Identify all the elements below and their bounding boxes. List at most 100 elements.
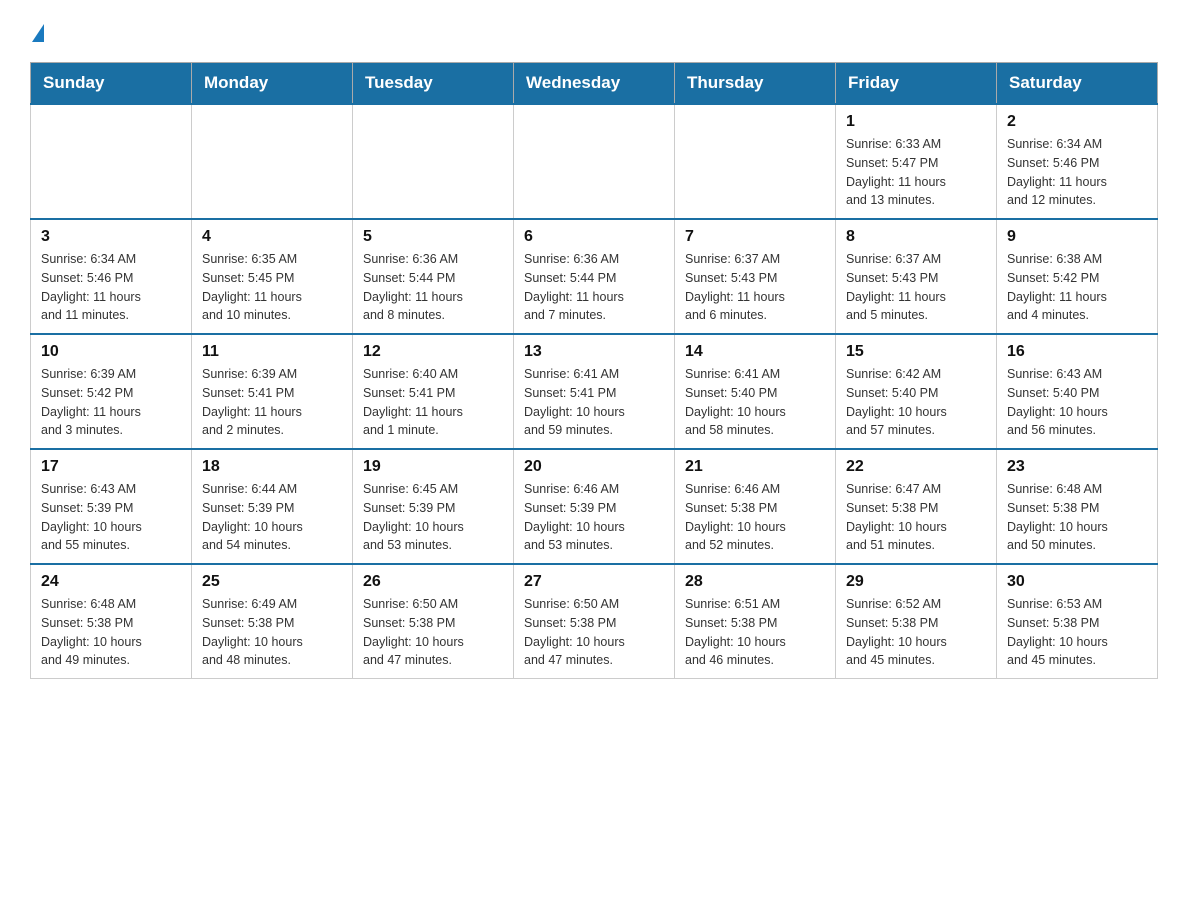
calendar-cell <box>31 104 192 219</box>
calendar-cell <box>514 104 675 219</box>
calendar-cell: 15 Sunrise: 6:42 AM Sunset: 5:40 PM Dayli… <box>836 334 997 449</box>
day-number: 30 <box>1007 573 1147 591</box>
logo-arrow-icon <box>32 24 44 42</box>
calendar-cell: 10 Sunrise: 6:39 AM Sunset: 5:42 PM Dayli… <box>31 334 192 449</box>
day-number: 11 <box>202 343 342 361</box>
day-number: 29 <box>846 573 986 591</box>
day-info-text: Sunrise: 6:36 AM Sunset: 5:44 PM Dayligh… <box>363 250 503 325</box>
calendar-cell: 26 Sunrise: 6:50 AM Sunset: 5:38 PM Dayli… <box>353 564 514 679</box>
calendar-cell <box>675 104 836 219</box>
day-number: 13 <box>524 343 664 361</box>
calendar-cell: 27 Sunrise: 6:50 AM Sunset: 5:38 PM Dayli… <box>514 564 675 679</box>
day-info-text: Sunrise: 6:48 AM Sunset: 5:38 PM Dayligh… <box>1007 480 1147 555</box>
day-info-text: Sunrise: 6:52 AM Sunset: 5:38 PM Dayligh… <box>846 595 986 670</box>
day-info-text: Sunrise: 6:50 AM Sunset: 5:38 PM Dayligh… <box>524 595 664 670</box>
day-info-text: Sunrise: 6:51 AM Sunset: 5:38 PM Dayligh… <box>685 595 825 670</box>
day-number: 27 <box>524 573 664 591</box>
day-number: 19 <box>363 458 503 476</box>
calendar-cell: 22 Sunrise: 6:47 AM Sunset: 5:38 PM Dayli… <box>836 449 997 564</box>
calendar-table: SundayMondayTuesdayWednesdayThursdayFrid… <box>30 62 1158 679</box>
day-info-text: Sunrise: 6:44 AM Sunset: 5:39 PM Dayligh… <box>202 480 342 555</box>
day-info-text: Sunrise: 6:50 AM Sunset: 5:38 PM Dayligh… <box>363 595 503 670</box>
day-of-week-header: Thursday <box>675 63 836 105</box>
day-number: 17 <box>41 458 181 476</box>
calendar-cell: 21 Sunrise: 6:46 AM Sunset: 5:38 PM Dayli… <box>675 449 836 564</box>
day-of-week-header: Saturday <box>997 63 1158 105</box>
day-number: 20 <box>524 458 664 476</box>
day-of-week-header: Wednesday <box>514 63 675 105</box>
calendar-cell: 13 Sunrise: 6:41 AM Sunset: 5:41 PM Dayli… <box>514 334 675 449</box>
day-info-text: Sunrise: 6:53 AM Sunset: 5:38 PM Dayligh… <box>1007 595 1147 670</box>
calendar-cell: 9 Sunrise: 6:38 AM Sunset: 5:42 PM Daylig… <box>997 219 1158 334</box>
calendar-cell: 5 Sunrise: 6:36 AM Sunset: 5:44 PM Daylig… <box>353 219 514 334</box>
day-number: 25 <box>202 573 342 591</box>
day-info-text: Sunrise: 6:34 AM Sunset: 5:46 PM Dayligh… <box>1007 135 1147 210</box>
day-info-text: Sunrise: 6:37 AM Sunset: 5:43 PM Dayligh… <box>846 250 986 325</box>
calendar-cell: 24 Sunrise: 6:48 AM Sunset: 5:38 PM Dayli… <box>31 564 192 679</box>
calendar-cell: 1 Sunrise: 6:33 AM Sunset: 5:47 PM Daylig… <box>836 104 997 219</box>
calendar-cell: 30 Sunrise: 6:53 AM Sunset: 5:38 PM Dayli… <box>997 564 1158 679</box>
day-info-text: Sunrise: 6:46 AM Sunset: 5:38 PM Dayligh… <box>685 480 825 555</box>
day-info-text: Sunrise: 6:47 AM Sunset: 5:38 PM Dayligh… <box>846 480 986 555</box>
day-number: 14 <box>685 343 825 361</box>
day-number: 18 <box>202 458 342 476</box>
day-info-text: Sunrise: 6:37 AM Sunset: 5:43 PM Dayligh… <box>685 250 825 325</box>
day-number: 15 <box>846 343 986 361</box>
calendar-cell: 11 Sunrise: 6:39 AM Sunset: 5:41 PM Dayli… <box>192 334 353 449</box>
day-number: 8 <box>846 228 986 246</box>
day-number: 3 <box>41 228 181 246</box>
calendar-cell: 3 Sunrise: 6:34 AM Sunset: 5:46 PM Daylig… <box>31 219 192 334</box>
day-number: 6 <box>524 228 664 246</box>
calendar-cell: 4 Sunrise: 6:35 AM Sunset: 5:45 PM Daylig… <box>192 219 353 334</box>
calendar-cell: 14 Sunrise: 6:41 AM Sunset: 5:40 PM Dayli… <box>675 334 836 449</box>
day-number: 26 <box>363 573 503 591</box>
calendar-cell: 12 Sunrise: 6:40 AM Sunset: 5:41 PM Dayli… <box>353 334 514 449</box>
day-info-text: Sunrise: 6:43 AM Sunset: 5:39 PM Dayligh… <box>41 480 181 555</box>
day-number: 4 <box>202 228 342 246</box>
calendar-cell: 17 Sunrise: 6:43 AM Sunset: 5:39 PM Dayli… <box>31 449 192 564</box>
day-number: 23 <box>1007 458 1147 476</box>
day-info-text: Sunrise: 6:38 AM Sunset: 5:42 PM Dayligh… <box>1007 250 1147 325</box>
calendar-cell: 16Sunrise: 6:43 AM Sunset: 5:40 PM Dayli… <box>997 334 1158 449</box>
calendar-cell: 25 Sunrise: 6:49 AM Sunset: 5:38 PM Dayli… <box>192 564 353 679</box>
calendar-cell: 19 Sunrise: 6:45 AM Sunset: 5:39 PM Dayli… <box>353 449 514 564</box>
day-number: 22 <box>846 458 986 476</box>
day-info-text: Sunrise: 6:34 AM Sunset: 5:46 PM Dayligh… <box>41 250 181 325</box>
day-info-text: Sunrise: 6:39 AM Sunset: 5:41 PM Dayligh… <box>202 365 342 440</box>
day-number: 2 <box>1007 113 1147 131</box>
calendar-cell: 20 Sunrise: 6:46 AM Sunset: 5:39 PM Dayli… <box>514 449 675 564</box>
day-of-week-header: Sunday <box>31 63 192 105</box>
day-info-text: Sunrise: 6:36 AM Sunset: 5:44 PM Dayligh… <box>524 250 664 325</box>
day-info-text: Sunrise: 6:42 AM Sunset: 5:40 PM Dayligh… <box>846 365 986 440</box>
day-info-text: Sunrise: 6:33 AM Sunset: 5:47 PM Dayligh… <box>846 135 986 210</box>
day-number: 10 <box>41 343 181 361</box>
day-number: 28 <box>685 573 825 591</box>
day-number: 5 <box>363 228 503 246</box>
calendar-cell: 8 Sunrise: 6:37 AM Sunset: 5:43 PM Daylig… <box>836 219 997 334</box>
day-info-text: Sunrise: 6:41 AM Sunset: 5:40 PM Dayligh… <box>685 365 825 440</box>
calendar-cell: 2 Sunrise: 6:34 AM Sunset: 5:46 PM Daylig… <box>997 104 1158 219</box>
calendar-cell: 7 Sunrise: 6:37 AM Sunset: 5:43 PM Daylig… <box>675 219 836 334</box>
logo <box>30 20 44 42</box>
day-number: 16 <box>1007 343 1147 361</box>
calendar-cell: 18 Sunrise: 6:44 AM Sunset: 5:39 PM Dayli… <box>192 449 353 564</box>
day-info-text: Sunrise: 6:40 AM Sunset: 5:41 PM Dayligh… <box>363 365 503 440</box>
day-info-text: Sunrise: 6:46 AM Sunset: 5:39 PM Dayligh… <box>524 480 664 555</box>
day-number: 7 <box>685 228 825 246</box>
calendar-cell: 28 Sunrise: 6:51 AM Sunset: 5:38 PM Dayli… <box>675 564 836 679</box>
day-info-text: Sunrise: 6:39 AM Sunset: 5:42 PM Dayligh… <box>41 365 181 440</box>
day-number: 12 <box>363 343 503 361</box>
day-of-week-header: Friday <box>836 63 997 105</box>
day-info-text: Sunrise: 6:49 AM Sunset: 5:38 PM Dayligh… <box>202 595 342 670</box>
day-number: 21 <box>685 458 825 476</box>
day-number: 1 <box>846 113 986 131</box>
day-number: 9 <box>1007 228 1147 246</box>
day-info-text: Sunrise: 6:35 AM Sunset: 5:45 PM Dayligh… <box>202 250 342 325</box>
calendar-cell: 29 Sunrise: 6:52 AM Sunset: 5:38 PM Dayli… <box>836 564 997 679</box>
day-number: 24 <box>41 573 181 591</box>
day-info-text: Sunrise: 6:48 AM Sunset: 5:38 PM Dayligh… <box>41 595 181 670</box>
day-info-text: Sunrise: 6:41 AM Sunset: 5:41 PM Dayligh… <box>524 365 664 440</box>
calendar-cell <box>192 104 353 219</box>
day-info-text: Sunrise: 6:45 AM Sunset: 5:39 PM Dayligh… <box>363 480 503 555</box>
calendar-cell: 23 Sunrise: 6:48 AM Sunset: 5:38 PM Dayli… <box>997 449 1158 564</box>
